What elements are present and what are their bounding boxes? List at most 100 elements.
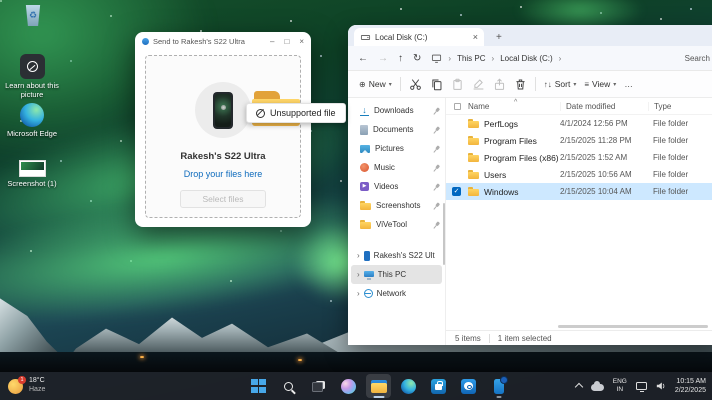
row-checkbox-checked[interactable]: ✓ (452, 187, 461, 196)
forward-icon[interactable]: → (378, 53, 388, 64)
weather-widget[interactable]: 1 18°C Haze (8, 372, 45, 400)
new-button[interactable]: ⊕ New ▾ (359, 79, 392, 89)
sidebar-item-videos[interactable]: ▶ Videos (348, 177, 445, 196)
sidebar-item-network[interactable]: › Network (351, 284, 442, 303)
desktop-icon-screenshot[interactable]: Screenshot (1) (4, 160, 60, 188)
chevron-right-icon[interactable]: › (357, 251, 360, 260)
spotlight-icon (20, 54, 45, 79)
view-button[interactable]: ≡ View ▾ (584, 79, 616, 89)
minimize-button[interactable]: – (270, 37, 274, 46)
desktop-icon-label: Screenshot (1) (7, 179, 56, 188)
store-button[interactable] (426, 374, 451, 398)
new-tab-button[interactable]: + (496, 32, 502, 43)
phone-link-button[interactable] (486, 374, 511, 398)
more-options-button[interactable]: … (624, 79, 633, 89)
file-drop-zone[interactable]: Rakesh's S22 Ultra Drop your files here … (145, 55, 301, 218)
notification-badge: 1 (18, 376, 26, 384)
table-row-program-files[interactable]: Program Files 2/15/2025 11:28 PM File fo… (446, 132, 712, 149)
outlook-button[interactable] (456, 374, 481, 398)
taskbar: 1 18°C Haze ENG IN (0, 372, 712, 400)
tab-close-icon[interactable]: × (473, 32, 478, 42)
maximize-button[interactable]: □ (284, 37, 289, 46)
horizontal-scrollbar[interactable] (558, 325, 708, 328)
desktop-icon-label: Microsoft Edge (7, 129, 57, 138)
search-icon (284, 382, 293, 391)
rename-icon[interactable] (472, 78, 485, 91)
chevron-down-icon: ▾ (573, 81, 576, 88)
view-lines-icon: ≡ (584, 80, 589, 89)
sidebar-item-pictures[interactable]: Pictures (348, 139, 445, 158)
sidebar-item-screenshots[interactable]: Screenshots (348, 196, 445, 215)
unsupported-file-tooltip: Unsupported file (246, 103, 346, 123)
display-icon[interactable] (636, 382, 647, 390)
sidebar-item-music[interactable]: Music (348, 158, 445, 177)
running-indicator (373, 396, 384, 398)
pin-icon (430, 143, 441, 154)
water (0, 352, 712, 372)
column-header-type[interactable]: Type (648, 102, 712, 111)
up-icon[interactable]: ↑ (398, 53, 403, 64)
refresh-icon[interactable]: ↻ (413, 53, 421, 64)
delete-icon[interactable] (514, 78, 527, 91)
sidebar-item-vivetool[interactable]: ViVeTool (348, 215, 445, 234)
edge-button[interactable] (396, 374, 421, 398)
desktop-icon-learn-about-picture[interactable]: Learn about this picture (4, 54, 60, 99)
system-tray: ENG IN 10:15 AM 2/22/2025 (576, 372, 706, 400)
start-button[interactable] (246, 374, 271, 398)
search-input[interactable]: Search (685, 54, 710, 63)
table-row-perflogs[interactable]: PerfLogs 4/1/2024 12:56 PM File folder (446, 115, 712, 132)
file-name: Program Files (x86) (479, 153, 560, 163)
recycle-bin-icon: ♻ (25, 5, 42, 26)
table-row-program-files-x86[interactable]: Program Files (x86) 2/15/2025 1:52 AM Fi… (446, 149, 712, 166)
desktop-icon-label: Learn about this picture (4, 81, 60, 99)
column-header-name[interactable]: Name ^ (468, 102, 560, 111)
hidden-icons-chevron-icon[interactable] (575, 383, 583, 391)
device-name: Rakesh's S22 Ultra (180, 151, 265, 162)
search-button[interactable] (276, 374, 301, 398)
address-bar: ← → ↑ ↻ › This PC › Local Disk (C:) › Se… (348, 46, 712, 71)
chevron-down-icon: ▾ (389, 81, 392, 88)
file-explorer-button[interactable] (366, 374, 391, 398)
select-files-button[interactable]: Select files (180, 190, 266, 208)
copilot-button[interactable] (336, 374, 361, 398)
running-indicator (496, 396, 501, 398)
back-icon[interactable]: ← (358, 53, 368, 64)
table-row-windows-selected[interactable]: ✓ Windows 2/15/2025 10:04 AM File folder (446, 183, 712, 200)
sort-button[interactable]: ↑↓ Sort ▾ (544, 79, 577, 89)
task-view-icon (312, 381, 325, 392)
close-button[interactable]: × (299, 37, 304, 46)
onedrive-cloud-icon[interactable] (591, 384, 604, 391)
paste-icon[interactable] (451, 78, 464, 91)
tab-local-disk-c[interactable]: Local Disk (C:) × (354, 28, 484, 46)
sidebar-item-phone-device[interactable]: › Rakesh's S22 Ult (351, 246, 442, 265)
copy-icon[interactable] (430, 78, 443, 91)
select-all-checkbox[interactable] (454, 103, 461, 110)
language-line1: ENG (613, 378, 627, 386)
chevron-right-icon[interactable]: › (357, 270, 360, 279)
phone-thumbnail-icon (213, 92, 233, 129)
column-header-date-modified[interactable]: Date modified (560, 102, 648, 111)
breadcrumb-this-pc[interactable]: This PC (457, 54, 485, 63)
sidebar-item-downloads[interactable]: ↓ Downloads (348, 101, 445, 120)
share-icon[interactable] (493, 78, 506, 91)
desktop-icon-microsoft-edge[interactable]: Microsoft Edge (4, 103, 60, 138)
sidebar-item-documents[interactable]: Documents (348, 120, 445, 139)
folder-icon (468, 153, 479, 162)
task-view-button[interactable] (306, 374, 331, 398)
chevron-right-icon[interactable]: › (357, 289, 360, 298)
tray-time: 10:15 AM (675, 377, 706, 386)
pin-icon (430, 200, 441, 211)
edge-icon (401, 379, 416, 394)
clock[interactable]: 10:15 AM 2/22/2025 (675, 377, 706, 395)
dialog-titlebar[interactable]: Send to Rakesh's S22 Ultra – □ × (135, 32, 311, 51)
folder-icon (360, 201, 371, 210)
speaker-icon[interactable] (656, 381, 666, 391)
recycle-glyph: ♻ (29, 10, 37, 20)
drop-files-hint: Drop your files here (184, 169, 263, 179)
cut-icon[interactable] (409, 78, 422, 91)
breadcrumb-local-disk[interactable]: Local Disk (C:) (500, 54, 552, 63)
language-indicator[interactable]: ENG IN (613, 378, 627, 394)
desktop-icon-recycle-bin[interactable]: ♻ (13, 5, 53, 26)
sidebar-item-this-pc[interactable]: › This PC (351, 265, 442, 284)
table-row-users[interactable]: Users 2/15/2025 10:56 AM File folder (446, 166, 712, 183)
